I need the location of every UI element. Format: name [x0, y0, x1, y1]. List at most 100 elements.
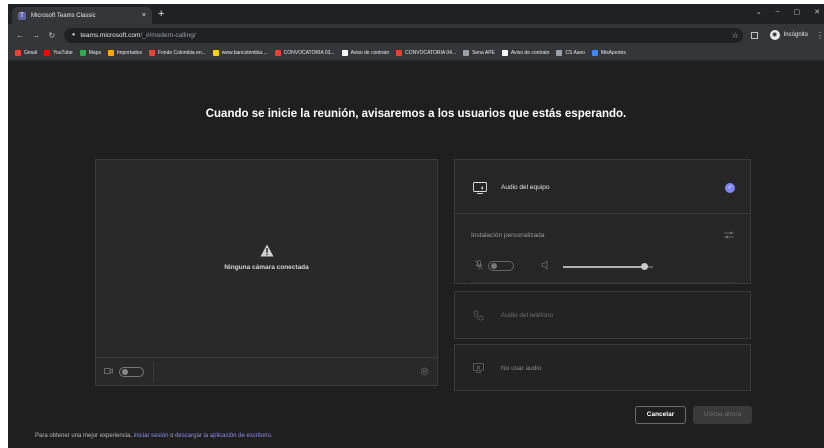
- tab-strip: T Microsoft Teams Classic × + ⌄ – ▢ ✕: [8, 4, 824, 24]
- camera-toggle[interactable]: [119, 367, 144, 377]
- camera-off-icon: [104, 368, 113, 374]
- volume-fill: [563, 266, 644, 268]
- browser-window: T Microsoft Teams Classic × + ⌄ – ▢ ✕ ← …: [8, 4, 824, 448]
- incognito-icon: ◉: [769, 30, 780, 40]
- no-camera-text: Ninguna cámara conectada: [224, 264, 309, 271]
- bookmark-label: YouTube: [53, 50, 73, 56]
- bookmark-item[interactable]: Sena APE: [463, 50, 495, 56]
- volume-thumb[interactable]: [641, 263, 648, 270]
- back-arrow-icon[interactable]: ←: [16, 31, 24, 40]
- volume-slider[interactable]: [563, 263, 653, 270]
- bookmark-item[interactable]: Gmail: [15, 50, 37, 56]
- bookmark-favicon-icon: [463, 50, 470, 56]
- no-audio-icon: [473, 363, 484, 373]
- custom-setup-label[interactable]: Instalación personalizada: [471, 232, 544, 239]
- mic-toggle[interactable]: [488, 261, 514, 271]
- url-path: /_#/modern-calling/: [140, 31, 196, 39]
- window-controls: ⌄ – ▢ ✕: [756, 8, 820, 16]
- computer-audio-card: Audio del equipo ✓ Instalación personali…: [454, 159, 751, 284]
- maximize-icon[interactable]: ▢: [794, 8, 801, 16]
- close-window-icon[interactable]: ✕: [814, 8, 820, 16]
- bookmark-label: Gmail: [24, 50, 38, 56]
- bookmark-label: www.bancolombia....: [221, 50, 268, 56]
- bookmark-item[interactable]: CONVOCATORIA 04...: [396, 50, 456, 56]
- bookmark-item[interactable]: Fondo Colombia en...: [148, 50, 206, 56]
- bookmarks-bar: Gmail YouTube Maps Importados Fondo Colombia…: [8, 46, 824, 61]
- bookmark-favicon-icon: [501, 50, 508, 56]
- phone-audio-option[interactable]: Audio del teléfono: [454, 291, 751, 339]
- join-now-button[interactable]: Unirse ahora: [693, 406, 752, 424]
- teams-favicon-icon: T: [18, 11, 26, 20]
- mic-off-icon: [475, 260, 483, 270]
- omnibox-actions: ☆: [732, 31, 739, 40]
- bookmark-item[interactable]: MisAportes: [591, 50, 626, 56]
- footer-suffix: .: [270, 433, 273, 439]
- selected-check-icon[interactable]: ✓: [725, 183, 735, 193]
- forward-arrow-icon[interactable]: →: [32, 31, 40, 40]
- cancel-button[interactable]: Cancelar: [635, 406, 686, 424]
- bookmark-favicon-icon: [148, 50, 155, 56]
- bookmark-label: Aviso de contrato: [510, 50, 550, 56]
- waiting-heading: Cuando se inicie la reunión, avisaremos …: [205, 108, 627, 120]
- url-host: teams.microsoft.com: [80, 31, 141, 39]
- bookmark-favicon-icon: [44, 50, 51, 56]
- menu-dots-icon[interactable]: ⋮: [816, 31, 824, 40]
- bookmark-label: Sena APE: [472, 50, 495, 56]
- bookmark-label: CONVOCATORIA 03...: [283, 50, 335, 56]
- computer-audio-icon: [473, 182, 487, 194]
- custom-setup-divider: [471, 282, 735, 283]
- footer-text: Para obtener una mejor experiencia, inic…: [35, 433, 272, 439]
- bookmark-item[interactable]: Aviso de contrato: [341, 50, 390, 56]
- tab-teams[interactable]: T Microsoft Teams Classic ×: [12, 7, 152, 24]
- video-preview-panel: Ninguna cámara conectada: [95, 159, 438, 386]
- speaker-icon: [541, 260, 548, 270]
- video-controls-bar: [96, 357, 437, 385]
- bookmark-favicon-icon: [396, 50, 403, 56]
- bookmark-item[interactable]: CS Aseo: [556, 50, 585, 56]
- mic-toggle-knob: [491, 263, 497, 269]
- bookmark-item[interactable]: Aviso de contrato: [501, 50, 550, 56]
- tab-search-icon[interactable]: ⌄: [756, 8, 762, 16]
- browser-toolbar: ← → ↻ ● teams.microsoft.com/_#/modern-ca…: [8, 24, 824, 46]
- tab-close-icon[interactable]: ×: [142, 12, 146, 19]
- camera-toggle-knob: [122, 369, 128, 375]
- phone-audio-label: Audio del teléfono: [501, 312, 554, 319]
- bookmark-label: Aviso de contrato: [350, 50, 390, 56]
- tab-title: Microsoft Teams Classic: [31, 12, 96, 19]
- background-effects-icon[interactable]: [420, 367, 429, 376]
- device-settings-icon[interactable]: [724, 231, 734, 239]
- new-tab-button[interactable]: +: [158, 8, 164, 20]
- minimize-icon[interactable]: –: [776, 8, 780, 16]
- bookmark-favicon-icon: [341, 50, 348, 56]
- bookmark-label: CS Aseo: [565, 50, 585, 56]
- bookmark-item[interactable]: YouTube: [44, 50, 73, 56]
- bookmark-label: Fondo Colombia en...: [157, 50, 206, 56]
- phone-icon: [473, 310, 484, 321]
- signin-link[interactable]: iniciar sesión: [134, 433, 169, 439]
- warning-icon: [260, 244, 274, 257]
- bookmark-favicon-icon: [591, 50, 598, 56]
- reload-icon[interactable]: ↻: [48, 31, 56, 40]
- bookmark-favicon-icon: [79, 50, 86, 56]
- star-icon[interactable]: ☆: [732, 31, 739, 40]
- bookmark-label: CONVOCATORIA 04...: [405, 50, 457, 56]
- bookmark-favicon-icon: [556, 50, 563, 56]
- bookmark-favicon-icon: [212, 50, 219, 56]
- no-audio-option[interactable]: No usar audio: [454, 344, 751, 391]
- bookmark-favicon-icon: [274, 50, 281, 56]
- download-desktop-link[interactable]: descargar la aplicación de escritorio: [175, 433, 271, 439]
- incognito-indicator[interactable]: ◉ Incógnito: [769, 30, 808, 40]
- computer-audio-option[interactable]: Audio del equipo ✓: [455, 160, 750, 214]
- footer-prefix: Para obtener una mejor experiencia,: [35, 433, 134, 439]
- bookmark-item[interactable]: Importados: [107, 50, 142, 56]
- no-audio-label: No usar audio: [501, 365, 542, 372]
- bookmark-item[interactable]: CONVOCATORIA 03...: [274, 50, 335, 56]
- controls-divider: [153, 362, 154, 382]
- bookmark-item[interactable]: Maps: [79, 50, 101, 56]
- computer-audio-label: Audio del equipo: [501, 184, 550, 191]
- bookmark-item[interactable]: www.bancolombia....: [212, 50, 268, 56]
- side-panel-icon[interactable]: [750, 31, 758, 39]
- bookmark-favicon-icon: [107, 50, 114, 56]
- lock-icon[interactable]: ●: [72, 32, 76, 38]
- address-bar[interactable]: ● teams.microsoft.com/_#/modern-calling/…: [63, 27, 743, 43]
